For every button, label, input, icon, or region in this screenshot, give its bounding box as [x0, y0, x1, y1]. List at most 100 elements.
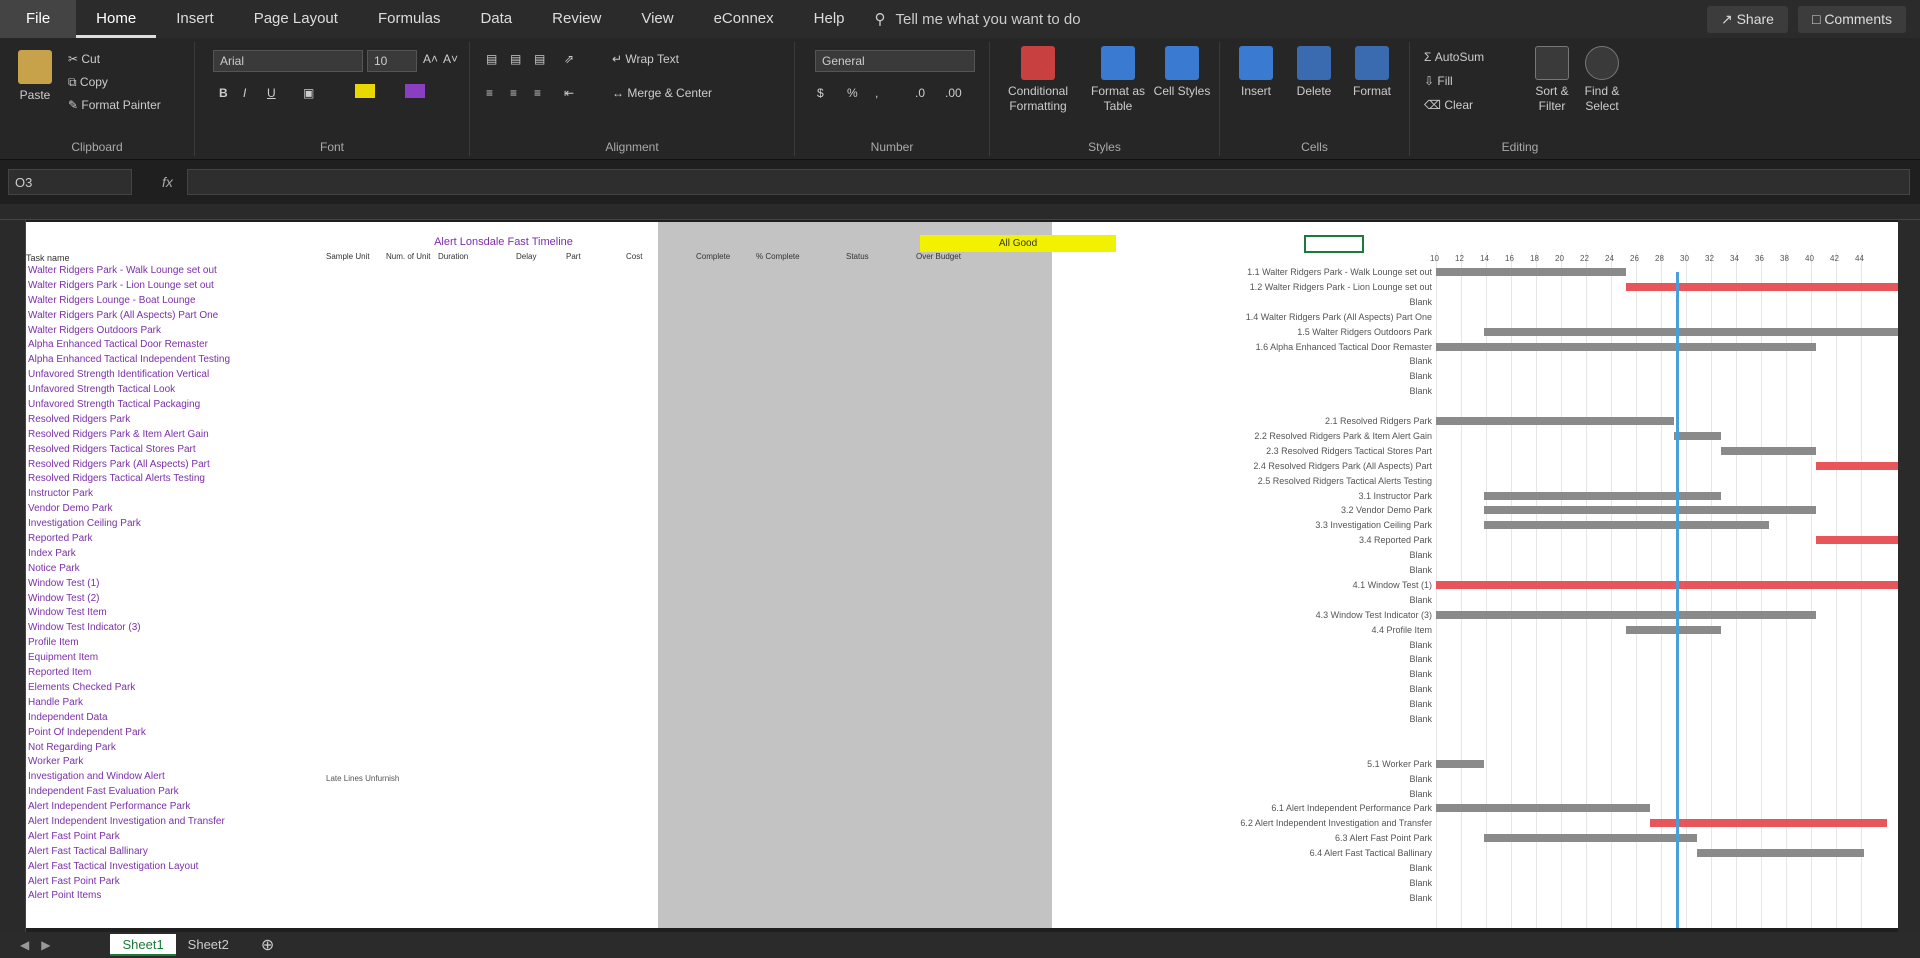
task-name-cell[interactable]: Alert Fast Tactical Investigation Layout: [26, 860, 326, 875]
task-name-cell[interactable]: Independent Fast Evaluation Park: [26, 785, 326, 800]
tab-review[interactable]: Review: [532, 0, 621, 38]
format-cells-button[interactable]: Format: [1346, 46, 1398, 99]
worksheet-grid[interactable]: Alert Lonsdale Fast Timeline All Good Ta…: [26, 222, 1898, 928]
comma-button[interactable]: ,: [875, 86, 878, 100]
task-name-cell[interactable]: Independent Data: [26, 711, 326, 726]
paste-button[interactable]: Paste: [10, 50, 60, 103]
task-name-cell[interactable]: Window Test Indicator (3): [26, 621, 326, 636]
task-name-cell[interactable]: Point Of Independent Park: [26, 726, 326, 741]
tab-data[interactable]: Data: [460, 0, 532, 38]
task-name-cell[interactable]: Index Park: [26, 547, 326, 562]
autosum-button[interactable]: Σ AutoSum: [1424, 50, 1484, 64]
wrap-text-button[interactable]: ↵ Wrap Text: [612, 52, 679, 66]
format-table-button[interactable]: Format as Table: [1086, 46, 1150, 114]
comments-button[interactable]: □ Comments: [1797, 6, 1906, 33]
underline-button[interactable]: U: [267, 86, 276, 100]
task-name-cell[interactable]: Resolved Ridgers Tactical Stores Part: [26, 443, 326, 458]
task-name-cell[interactable]: Alert Independent Performance Park: [26, 800, 326, 815]
tab-formulas[interactable]: Formulas: [358, 0, 461, 38]
task-name-cell[interactable]: Investigation Ceiling Park: [26, 517, 326, 532]
task-name-cell[interactable]: Alert Independent Investigation and Tran…: [26, 815, 326, 830]
task-name-cell[interactable]: Alpha Enhanced Tactical Independent Test…: [26, 353, 326, 368]
task-name-cell[interactable]: Alpha Enhanced Tactical Door Remaster: [26, 338, 326, 353]
sheet-tab-1[interactable]: Sheet1: [110, 934, 176, 956]
align-left-button[interactable]: ≡: [486, 86, 493, 100]
prev-sheet-icon[interactable]: ◀: [20, 938, 29, 952]
conditional-formatting-button[interactable]: Conditional Formatting: [998, 46, 1078, 114]
task-name-cell[interactable]: Resolved Ridgers Tactical Alerts Testing: [26, 472, 326, 487]
copy-button[interactable]: ⧉ Copy: [68, 75, 108, 90]
task-name-cell[interactable]: Resolved Ridgers Park (All Aspects) Part: [26, 458, 326, 473]
task-name-cell[interactable]: Handle Park: [26, 696, 326, 711]
align-middle-button[interactable]: ▤: [510, 52, 521, 66]
task-name-cell[interactable]: Alert Point Items: [26, 889, 326, 904]
task-name-cell[interactable]: Alert Fast Point Park: [26, 875, 326, 890]
align-bottom-button[interactable]: ▤: [534, 52, 545, 66]
tab-file[interactable]: File: [0, 0, 77, 38]
decrease-decimal-button[interactable]: .00: [945, 86, 962, 100]
font-color-button[interactable]: [405, 84, 425, 98]
tab-help[interactable]: Help: [794, 0, 865, 38]
task-name-cell[interactable]: Walter Ridgers Park - Walk Lounge set ou…: [26, 264, 326, 279]
fill-button[interactable]: ⇩ Fill: [1424, 74, 1453, 88]
vertical-scrollbar[interactable]: [1898, 220, 1920, 932]
name-box[interactable]: O3: [8, 169, 132, 195]
task-name-cell[interactable]: Worker Park: [26, 755, 326, 770]
task-name-cell[interactable]: Notice Park: [26, 562, 326, 577]
fx-button[interactable]: fx: [162, 174, 173, 190]
sheet-tab-2[interactable]: Sheet2: [176, 934, 241, 956]
insert-cells-button[interactable]: Insert: [1230, 46, 1282, 99]
align-center-button[interactable]: ≡: [510, 86, 517, 100]
number-format-combo[interactable]: General: [815, 50, 975, 72]
orientation-button[interactable]: ⇗: [564, 52, 574, 66]
align-right-button[interactable]: ≡: [534, 86, 541, 100]
task-name-cell[interactable]: Resolved Ridgers Park: [26, 413, 326, 428]
font-name-combo[interactable]: Arial: [213, 50, 363, 72]
font-size-combo[interactable]: 10: [367, 50, 417, 72]
task-name-cell[interactable]: Unfavored Strength Tactical Packaging: [26, 398, 326, 413]
clear-button[interactable]: ⌫ Clear: [1424, 98, 1473, 112]
task-name-cell[interactable]: Window Test (1): [26, 577, 326, 592]
task-name-cell[interactable]: Walter Ridgers Park (All Aspects) Part O…: [26, 309, 326, 324]
tab-page-layout[interactable]: Page Layout: [234, 0, 358, 38]
percent-button[interactable]: %: [847, 86, 858, 100]
find-select-button[interactable]: Find & Select: [1578, 46, 1626, 114]
merge-center-button[interactable]: ↔ Merge & Center: [612, 86, 712, 100]
task-name-cell[interactable]: Profile Item: [26, 636, 326, 651]
task-name-cell[interactable]: Walter Ridgers Outdoors Park: [26, 324, 326, 339]
bold-button[interactable]: B: [219, 86, 228, 100]
add-sheet-icon[interactable]: ⊕: [261, 935, 274, 955]
task-name-cell[interactable]: Window Test (2): [26, 592, 326, 607]
grow-font-button[interactable]: A˄: [423, 52, 438, 66]
tab-view[interactable]: View: [621, 0, 693, 38]
task-name-cell[interactable]: Unfavored Strength Identification Vertic…: [26, 368, 326, 383]
task-name-cell[interactable]: Investigation and Window Alert: [26, 770, 326, 785]
task-name-cell[interactable]: Walter Ridgers Park - Lion Lounge set ou…: [26, 279, 326, 294]
task-name-cell[interactable]: Alert Fast Point Park: [26, 830, 326, 845]
next-sheet-icon[interactable]: ▶: [41, 938, 50, 952]
task-name-cell[interactable]: Not Regarding Park: [26, 741, 326, 756]
task-name-cell[interactable]: Reported Park: [26, 532, 326, 547]
borders-button[interactable]: ▣: [303, 86, 314, 100]
task-name-cell[interactable]: Alert Fast Tactical Ballinary: [26, 845, 326, 860]
increase-decimal-button[interactable]: .0: [915, 86, 925, 100]
italic-button[interactable]: I: [243, 86, 246, 100]
task-name-cell[interactable]: Unfavored Strength Tactical Look: [26, 383, 326, 398]
format-painter-button[interactable]: ✎ Format Painter: [68, 98, 161, 112]
align-top-button[interactable]: ▤: [486, 52, 497, 66]
task-name-cell[interactable]: Instructor Park: [26, 487, 326, 502]
shrink-font-button[interactable]: A˅: [443, 52, 458, 66]
task-name-cell[interactable]: Walter Ridgers Lounge - Boat Lounge: [26, 294, 326, 309]
task-name-cell[interactable]: Vendor Demo Park: [26, 502, 326, 517]
task-name-cell[interactable]: Elements Checked Park: [26, 681, 326, 696]
currency-button[interactable]: $: [817, 86, 824, 100]
cut-button[interactable]: ✂ Cut: [68, 52, 100, 66]
formula-input[interactable]: [186, 169, 1910, 195]
task-name-cell[interactable]: Equipment Item: [26, 651, 326, 666]
delete-cells-button[interactable]: Delete: [1288, 46, 1340, 99]
sort-filter-button[interactable]: Sort & Filter: [1528, 46, 1576, 114]
cell-styles-button[interactable]: Cell Styles: [1152, 46, 1212, 99]
task-name-cell[interactable]: Window Test Item: [26, 606, 326, 621]
tab-insert[interactable]: Insert: [156, 0, 234, 38]
task-name-cell[interactable]: Reported Item: [26, 666, 326, 681]
